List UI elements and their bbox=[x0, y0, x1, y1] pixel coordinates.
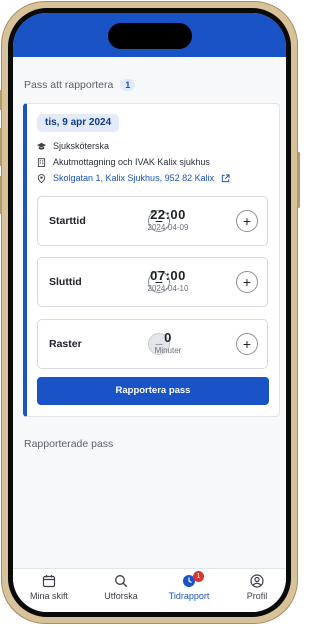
role-row: Sjuksköterska bbox=[37, 141, 109, 151]
shift-date-chip: tis, 9 apr 2024 bbox=[37, 114, 120, 132]
breaks-card: Raster − 0 Minuter + bbox=[37, 319, 268, 369]
tab-mina-skift[interactable]: Mina skift bbox=[15, 574, 83, 601]
phone-bezel: Pass att rapportera 1 tis, 9 apr 2024 Sj… bbox=[8, 8, 291, 617]
tab-label: Profil bbox=[246, 591, 268, 601]
tab-utforska[interactable]: Utforska bbox=[87, 574, 155, 601]
end-date: 2024-04-10 bbox=[147, 284, 189, 293]
tab-tidrapport[interactable]: 1 Tidrapport bbox=[155, 571, 223, 601]
start-time: 22:00 bbox=[150, 207, 186, 222]
end-time: 07:00 bbox=[150, 268, 186, 283]
count-badge: 1 bbox=[120, 79, 136, 91]
shift-card: tis, 9 apr 2024 Sjuksköterska Akutmottag… bbox=[23, 103, 280, 417]
tab-profil[interactable]: Profil bbox=[223, 574, 286, 601]
notification-badge: 1 bbox=[193, 571, 204, 582]
breaks-value: 0 Minuter bbox=[123, 330, 213, 357]
breaks-label: Raster bbox=[49, 338, 82, 350]
breaks-minutes: 0 bbox=[164, 330, 172, 345]
tab-label: Utforska bbox=[104, 591, 138, 601]
breaks-unit: Minuter bbox=[154, 346, 182, 355]
calendar-icon bbox=[42, 575, 56, 588]
profile-icon bbox=[250, 574, 264, 588]
status-bar bbox=[13, 13, 286, 57]
end-increase-button[interactable]: + bbox=[236, 271, 258, 293]
breaks-increase-button[interactable]: + bbox=[236, 333, 258, 355]
phone-button bbox=[0, 90, 2, 110]
phone-button bbox=[0, 128, 2, 166]
address-row[interactable]: Skolgatan 1, Kalix Sjukhus, 952 82 Kalix bbox=[37, 173, 230, 183]
end-time-value: 07:00 2024-04-10 bbox=[123, 268, 213, 295]
tab-bar: Mina skift Utforska 1 Tidrapport Profil bbox=[13, 568, 286, 612]
unit-text: Akutmottagning och IVAK Kalix sjukhus bbox=[53, 157, 210, 167]
section-header: Pass att rapportera 1 bbox=[24, 79, 136, 91]
reported-shifts-title: Rapporterade pass bbox=[24, 438, 114, 450]
end-time-label: Sluttid bbox=[49, 276, 82, 288]
report-shift-button[interactable]: Rapportera pass bbox=[37, 377, 269, 405]
start-date: 2024-04-09 bbox=[147, 223, 189, 232]
location-pin-icon bbox=[37, 173, 46, 183]
start-increase-button[interactable]: + bbox=[236, 210, 258, 232]
tab-label: Tidrapport bbox=[168, 591, 210, 601]
search-icon bbox=[115, 575, 128, 588]
start-time-label: Starttid bbox=[49, 215, 86, 227]
tab-label: Mina skift bbox=[29, 591, 68, 601]
unit-row: Akutmottagning och IVAK Kalix sjukhus bbox=[37, 157, 210, 167]
end-time-card: Sluttid − 07:00 2024-04-10 + bbox=[37, 257, 268, 307]
address-link[interactable]: Skolgatan 1, Kalix Sjukhus, 952 82 Kalix bbox=[53, 173, 214, 183]
section-title: Pass att rapportera bbox=[24, 79, 114, 91]
main-content: Pass att rapportera 1 tis, 9 apr 2024 Sj… bbox=[13, 57, 286, 569]
role-text: Sjuksköterska bbox=[53, 141, 110, 151]
start-time-card: Starttid − 22:00 2024-04-09 + bbox=[37, 196, 268, 246]
phone-frame: Pass att rapportera 1 tis, 9 apr 2024 Sj… bbox=[0, 1, 300, 624]
start-time-value: 22:00 2024-04-09 bbox=[123, 207, 213, 234]
external-link-icon[interactable] bbox=[221, 173, 230, 183]
building-icon bbox=[37, 157, 46, 167]
phone-button bbox=[0, 176, 2, 214]
screen: Pass att rapportera 1 tis, 9 apr 2024 Sj… bbox=[13, 13, 286, 612]
graduation-cap-icon bbox=[37, 142, 46, 150]
phone-button bbox=[297, 152, 300, 208]
dynamic-island bbox=[107, 23, 192, 49]
